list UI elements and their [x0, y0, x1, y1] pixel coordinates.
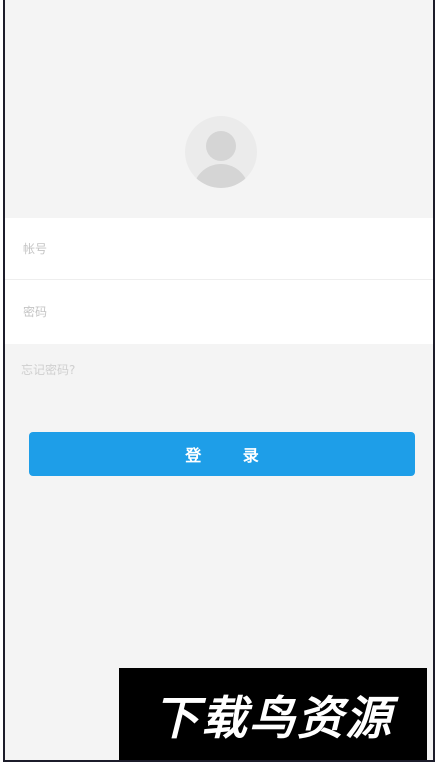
- forgot-password-link[interactable]: 忘记密码?: [21, 361, 75, 378]
- user-avatar-icon: [185, 116, 257, 188]
- account-field: [5, 218, 433, 280]
- watermark-text: 下载鸟资源: [153, 690, 393, 745]
- avatar-head: [206, 131, 236, 161]
- watermark-logo: 下载鸟资源: [119, 668, 427, 760]
- login-form: [5, 218, 433, 344]
- phone-frame: 忘记密码? 登 录 下载鸟资源: [3, 0, 435, 762]
- login-button[interactable]: 登 录: [29, 432, 415, 476]
- account-input[interactable]: [23, 218, 413, 280]
- avatar-shoulders: [193, 164, 249, 188]
- password-input[interactable]: [23, 281, 413, 343]
- password-field: [5, 281, 433, 343]
